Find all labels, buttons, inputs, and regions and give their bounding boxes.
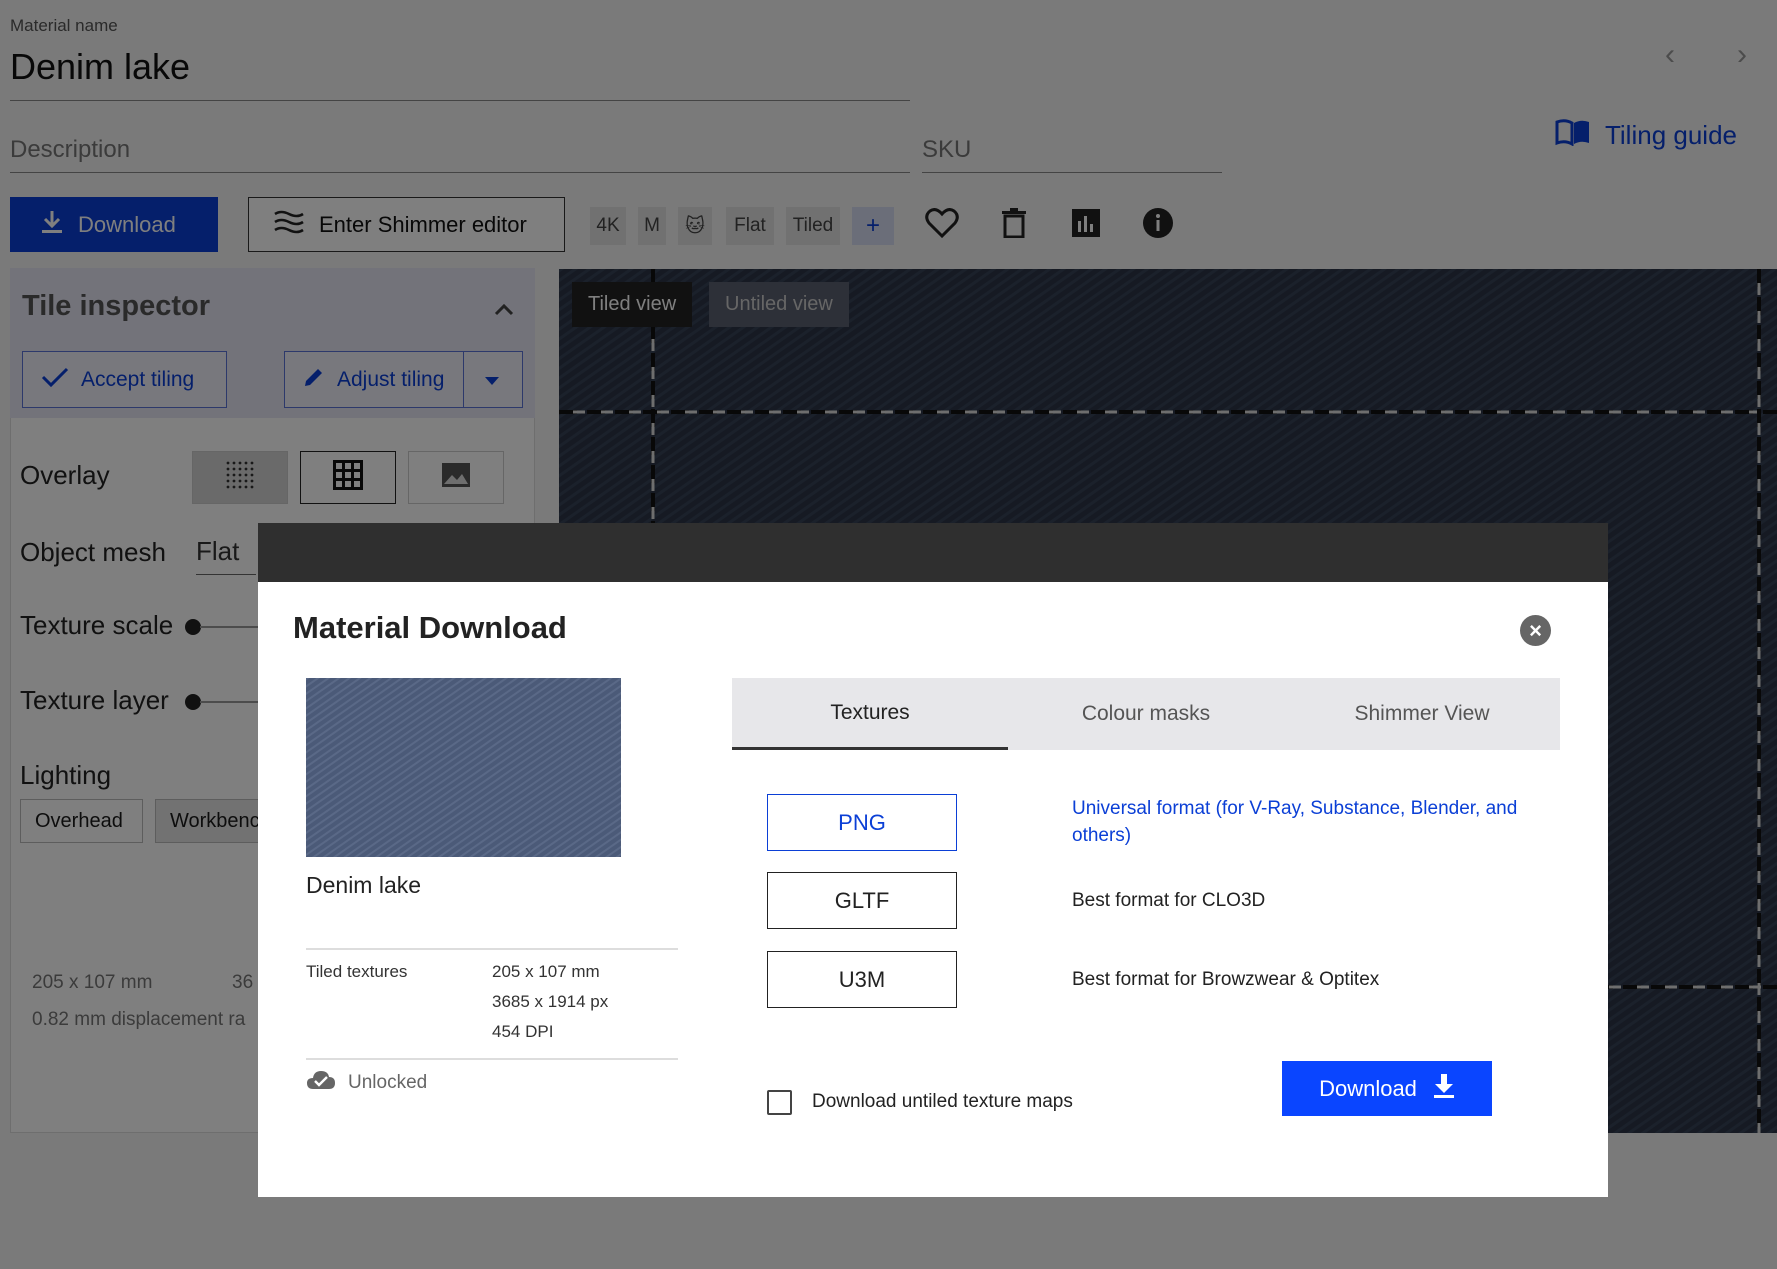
download-arrow-icon	[1433, 1073, 1455, 1105]
format-gltf-description: Best format for CLO3D	[1072, 890, 1266, 911]
spec-size-mm: 205 x 107 mm	[492, 962, 600, 981]
format-u3m-description: Best format for Browzwear & Optitex	[1072, 969, 1380, 990]
format-png-description: Universal format (for V-Ray, Substance, …	[1072, 798, 1518, 846]
spec-divider-top	[306, 948, 678, 950]
cloud-check-icon	[306, 1070, 336, 1096]
spec-size-px: 3685 x 1914 px	[492, 992, 609, 1011]
format-png-button[interactable]: PNG	[767, 794, 957, 851]
tab-textures[interactable]: Textures	[732, 678, 1008, 750]
format-gltf-button[interactable]: GLTF	[767, 872, 957, 929]
untiled-checkbox[interactable]	[767, 1090, 792, 1115]
thumbnail-material-name: Denim lake	[306, 872, 422, 898]
unlocked-label: Unlocked	[348, 1072, 428, 1093]
dialog-title: Material Download	[293, 610, 567, 645]
tab-shimmer-view[interactable]: Shimmer View	[1284, 678, 1560, 750]
untiled-checkbox-label[interactable]: Download untiled texture maps	[812, 1091, 1073, 1113]
dialog-header-bar	[258, 523, 1608, 582]
material-thumbnail	[306, 678, 621, 857]
spec-dpi: 454 DPI	[492, 1022, 554, 1041]
spec-divider-bottom	[306, 1058, 678, 1060]
close-icon[interactable]: ×	[1520, 615, 1551, 646]
dialog-download-label: Download	[1319, 1075, 1417, 1101]
tab-colour-masks[interactable]: Colour masks	[1008, 678, 1284, 750]
spec-label: Tiled textures	[306, 962, 408, 981]
dialog-download-button[interactable]: Download	[1282, 1061, 1492, 1116]
unlocked-status: Unlocked	[306, 1070, 427, 1096]
format-u3m-button[interactable]: U3M	[767, 951, 957, 1008]
